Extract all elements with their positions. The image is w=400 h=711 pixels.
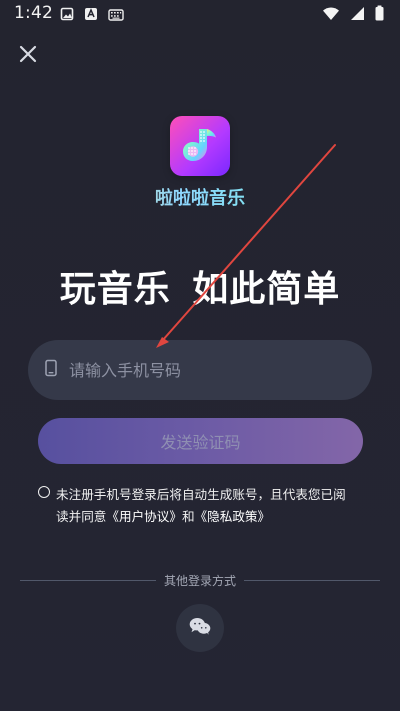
phone-number-input[interactable] [67,355,331,385]
privacy-policy-link[interactable]: 《隐私政策》 [195,509,271,524]
text-a-icon [84,6,98,25]
status-left-icons [60,6,124,25]
image-icon [60,6,74,25]
wechat-login-button[interactable] [176,604,224,652]
music-note-logo-icon [183,129,216,161]
phone-number-field[interactable] [28,340,372,400]
app-logo [170,116,230,176]
close-icon [17,43,39,69]
status-right-icons [322,5,384,25]
agreement-connector: 和 [181,509,195,524]
battery-icon [375,5,384,25]
status-time: 1:42 [14,3,53,23]
agreement-text-line-1: 未注册手机号登录后将自动生成账号，且代表您已阅 [56,487,346,502]
login-screen: 1:42 啦啦啦音乐 玩音乐 如此简单 请输入手机号码 发送验证码 未注册手机号… [0,0,400,711]
wifi-icon [322,6,340,25]
divider-right [244,580,380,581]
app-name: 啦啦啦音乐 [0,184,400,210]
status-bar: 1:42 [0,0,400,28]
slogan: 玩音乐 如此简单 [59,269,341,310]
close-button[interactable] [13,41,43,71]
wechat-icon [188,616,212,640]
other-login-section: 其他登录方式 [0,572,400,592]
agreement-checkbox[interactable] [38,486,50,498]
agreement-prefix: 读并同意 [56,509,107,524]
send-code-button[interactable]: 发送验证码 [38,418,363,464]
signal-icon [350,6,365,25]
agreement-text-line-2: 读并同意《用户协议》和《隐私政策》 [56,506,270,527]
user-agreement-link[interactable]: 《用户协议》 [106,509,182,524]
keyboard-icon [108,6,124,25]
phone-icon [44,359,58,381]
